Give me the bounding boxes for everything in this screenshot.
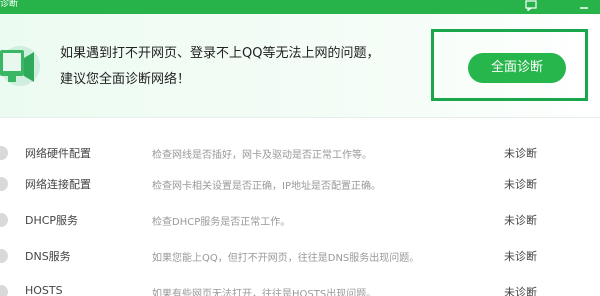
item-status: 未诊断 bbox=[504, 214, 537, 227]
item-name: 网络连接配置 bbox=[25, 178, 91, 191]
monitor-network-icon bbox=[0, 38, 42, 94]
status-dot-icon bbox=[0, 177, 8, 191]
list-item: DNS服务 如果您能上QQ，但打不开网页，往往是DNS服务出现问题。 未诊断 bbox=[0, 241, 600, 271]
item-name: DHCP服务 bbox=[25, 214, 79, 227]
list-item: 网络硬件配置 检查网线是否插好，网卡及驱动是否正常工作等。 未诊断 bbox=[0, 138, 600, 168]
status-dot-icon bbox=[0, 249, 8, 263]
item-status: 未诊断 bbox=[504, 286, 537, 296]
item-status: 未诊断 bbox=[504, 250, 537, 263]
item-description: 检查DHCP服务是否正常工作。 bbox=[152, 217, 291, 228]
feedback-icon[interactable] bbox=[523, 0, 539, 12]
item-description: 如果您能上QQ，但打不开网页，往往是DNS服务出现问题。 bbox=[152, 253, 420, 264]
header-message-line1: 如果遇到打不开网页、登录不上QQ等无法上网的问题， bbox=[60, 46, 380, 61]
item-name: HOSTS bbox=[25, 284, 63, 296]
item-description: 检查网线是否插好，网卡及驱动是否正常工作等。 bbox=[152, 150, 372, 161]
header-message-line2: 建议您全面诊断网络！ bbox=[60, 72, 191, 87]
item-description: 检查网卡相关设置是否正确，IP地址是否配置正确。 bbox=[152, 181, 381, 192]
list-item: DHCP服务 检查DHCP服务是否正常工作。 未诊断 bbox=[0, 205, 600, 235]
item-description: 如果有些网页无法打开，往往是HOSTS出现问题。 bbox=[152, 289, 377, 296]
list-item: 网络连接配置 检查网卡相关设置是否正确，IP地址是否配置正确。 未诊断 bbox=[0, 169, 600, 199]
list-item: HOSTS 如果有些网页无法打开，往往是HOSTS出现问题。 未诊断 bbox=[0, 277, 600, 296]
item-name: 网络硬件配置 bbox=[25, 147, 91, 160]
item-name: DNS服务 bbox=[25, 250, 71, 263]
window-title: 诊断 bbox=[0, 0, 19, 9]
status-dot-icon bbox=[0, 146, 8, 160]
item-status: 未诊断 bbox=[504, 178, 537, 191]
status-dot-icon bbox=[0, 285, 8, 296]
status-dot-icon bbox=[0, 213, 8, 227]
item-status: 未诊断 bbox=[504, 147, 537, 160]
title-bar: 诊断 bbox=[0, 0, 600, 14]
minimize-icon[interactable] bbox=[576, 0, 592, 12]
full-diagnosis-button[interactable]: 全面诊断 bbox=[468, 53, 566, 83]
